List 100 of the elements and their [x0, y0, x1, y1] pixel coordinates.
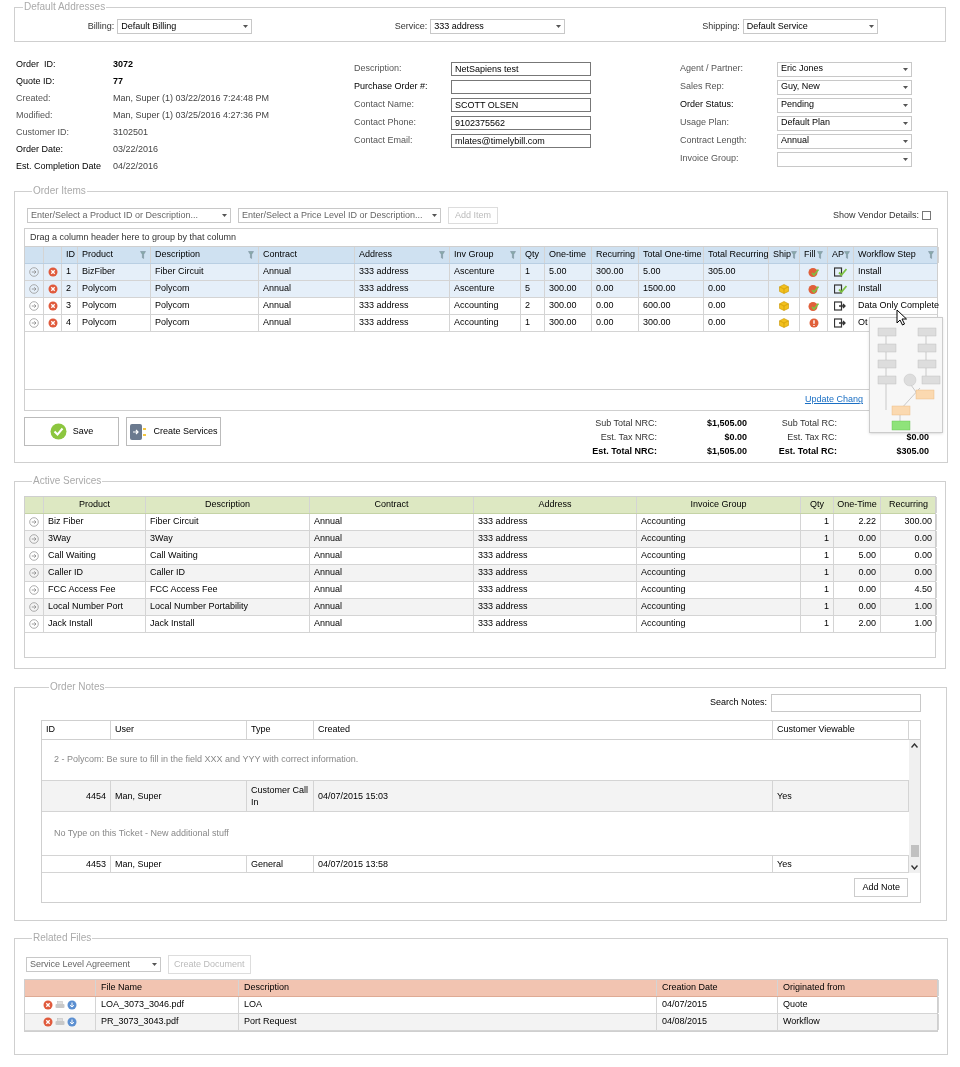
column-header[interactable]: File Name: [96, 980, 239, 996]
dropdown[interactable]: Eric Jones: [777, 61, 912, 77]
filter-icon[interactable]: [791, 251, 797, 259]
download-icon[interactable]: [67, 1000, 77, 1010]
table-cell: 300.00: [545, 315, 592, 331]
column-header[interactable]: Invoice Group: [637, 497, 801, 513]
column-header[interactable]: Fill: [800, 247, 828, 263]
dropdown[interactable]: 333 address: [430, 19, 566, 34]
arrow-circle-icon[interactable]: [29, 551, 39, 561]
search-field[interactable]: [771, 694, 921, 712]
save-button[interactable]: Save: [24, 417, 119, 446]
column-header[interactable]: Contract: [310, 497, 474, 513]
total-value: $0.00: [905, 431, 929, 445]
filter-icon[interactable]: [844, 251, 850, 259]
arrow-circle-icon[interactable]: [29, 602, 39, 612]
checkbox[interactable]: [922, 211, 931, 220]
table-cell: Accounting: [637, 514, 801, 530]
price-level-select[interactable]: Enter/Select a Price Level ID or Description...: [238, 208, 441, 223]
caret-icon: [903, 67, 908, 71]
column-header[interactable]: ID: [62, 247, 78, 263]
delete-icon[interactable]: [47, 267, 58, 277]
input-field[interactable]: 9102375562: [451, 116, 591, 130]
dropdown[interactable]: Guy, New: [777, 79, 912, 95]
field-label: Description:: [354, 62, 403, 76]
column-header[interactable]: Created: [314, 721, 773, 739]
arrow-circle-icon[interactable]: [29, 318, 39, 328]
column-header[interactable]: Creation Date: [657, 980, 778, 996]
scroll-up-icon[interactable]: [911, 743, 918, 748]
arrow-circle-icon[interactable]: [29, 585, 39, 595]
table-cell: 333 address: [474, 599, 637, 615]
delete-icon[interactable]: [47, 301, 58, 311]
table-row[interactable]: 3 Polycom Polycom Annual 333 address Accounting 2 300.00 0.00 600.00 0.00 Data Only Complete: [25, 298, 937, 315]
filter-icon[interactable]: [928, 251, 934, 259]
arrow-circle-icon[interactable]: [29, 517, 39, 527]
column-header[interactable]: AP: [828, 247, 854, 263]
column-header[interactable]: Originated from: [778, 980, 939, 996]
delete-icon[interactable]: [43, 1000, 53, 1010]
dropdown[interactable]: Default Billing: [117, 19, 253, 34]
scroll-down-icon[interactable]: [911, 865, 918, 870]
column-header[interactable]: Total One-time: [639, 247, 704, 263]
delete-icon[interactable]: [47, 318, 58, 328]
add-note-button[interactable]: Add Note: [854, 878, 908, 897]
column-header[interactable]: Qty: [521, 247, 545, 263]
create-services-button[interactable]: Create Services: [126, 417, 221, 446]
column-header[interactable]: Product: [78, 247, 151, 263]
column-header[interactable]: Qty: [801, 497, 834, 513]
arrow-circle-icon[interactable]: [29, 568, 39, 578]
arrow-circle-icon[interactable]: [29, 301, 39, 311]
download-icon[interactable]: [67, 1017, 77, 1027]
dropdown[interactable]: [777, 151, 912, 167]
dropdown[interactable]: Default Plan: [777, 115, 912, 131]
table-row[interactable]: 1 BizFiber Fiber Circuit Annual 333 address Ascenture 1 5.00 300.00 5.00 305.00 Install: [25, 264, 937, 281]
column-header[interactable]: One-Time: [834, 497, 881, 513]
input-field[interactable]: mlates@timelybill.com: [451, 134, 591, 148]
template-select[interactable]: Service Level Agreement: [26, 957, 161, 972]
filter-icon[interactable]: [439, 251, 445, 259]
filter-icon[interactable]: [510, 251, 516, 259]
printer-icon[interactable]: [55, 1017, 65, 1027]
column-header[interactable]: Workflow Step: [854, 247, 939, 263]
column-header[interactable]: Product: [44, 497, 146, 513]
column-header[interactable]: Type: [247, 721, 314, 739]
filter-icon[interactable]: [140, 251, 146, 259]
column-header[interactable]: User: [111, 721, 247, 739]
column-header[interactable]: Recurring: [881, 497, 937, 513]
scrollbar-thumb[interactable]: [910, 844, 919, 857]
cursor-icon: [896, 309, 908, 326]
filter-icon[interactable]: [248, 251, 254, 259]
input-field[interactable]: NetSapiens test: [451, 62, 591, 76]
input-field[interactable]: SCOTT OLSEN: [451, 98, 591, 112]
column-header[interactable]: Description: [151, 247, 259, 263]
arrow-circle-icon[interactable]: [29, 284, 39, 294]
printer-icon[interactable]: [55, 1000, 65, 1010]
column-header[interactable]: Ship: [769, 247, 800, 263]
dropdown[interactable]: Annual: [777, 133, 912, 149]
scrollbar[interactable]: [909, 740, 920, 873]
table-cell: Ot: [858, 316, 868, 330]
column-header[interactable]: Description: [239, 980, 657, 996]
column-header[interactable]: Total Recurring: [704, 247, 769, 263]
arrow-circle-icon[interactable]: [29, 267, 39, 277]
column-header[interactable]: One-time: [545, 247, 592, 263]
update-changes-link[interactable]: Update Chang: [804, 393, 863, 407]
column-header[interactable]: Recurring: [592, 247, 639, 263]
product-select[interactable]: Enter/Select a Product ID or Description...: [27, 208, 231, 223]
table-cell: 3Way: [44, 531, 146, 547]
delete-icon[interactable]: [43, 1017, 53, 1027]
column-header[interactable]: Address: [474, 497, 637, 513]
dropdown[interactable]: Default Service: [742, 19, 878, 34]
column-header[interactable]: Inv Group: [450, 247, 521, 263]
delete-icon[interactable]: [47, 284, 58, 294]
arrow-circle-icon[interactable]: [29, 534, 39, 544]
column-header[interactable]: Customer Viewable: [773, 721, 909, 739]
table-row[interactable]: 2 Polycom Polycom Annual 333 address Ascenture 5 300.00 0.00 1500.00 0.00 Install: [25, 281, 937, 298]
input-field[interactable]: [451, 80, 591, 94]
column-header[interactable]: Description: [146, 497, 310, 513]
filter-icon[interactable]: [817, 251, 823, 259]
column-header[interactable]: ID: [42, 721, 111, 739]
dropdown[interactable]: Pending: [777, 97, 912, 113]
column-header[interactable]: Address: [355, 247, 450, 263]
column-header[interactable]: Contract: [259, 247, 355, 263]
arrow-circle-icon[interactable]: [29, 619, 39, 629]
